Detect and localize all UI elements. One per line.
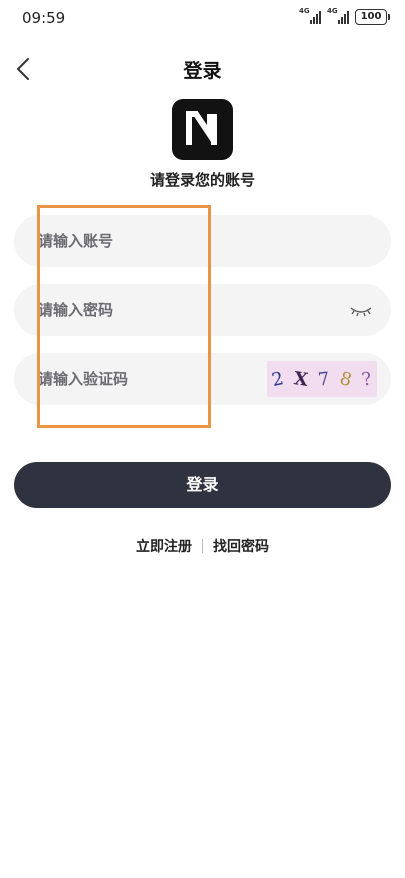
captcha-char: 8	[337, 367, 355, 391]
captcha-char: 7	[317, 367, 331, 391]
logo-n-icon	[186, 111, 217, 145]
captcha-image[interactable]: 2 X 7 8 ?	[267, 361, 377, 397]
register-link[interactable]: 立即注册	[136, 536, 192, 556]
network-type-label: 4G	[327, 7, 338, 15]
captcha-char: X	[292, 367, 310, 391]
signal-icon: 4G	[327, 7, 349, 24]
link-divider	[202, 539, 203, 553]
forgot-password-link[interactable]: 找回密码	[213, 536, 269, 556]
network-type-label: 4G	[299, 7, 310, 15]
status-time: 09:59	[22, 9, 66, 27]
captcha-char: ?	[360, 367, 374, 391]
battery-icon: 100	[355, 9, 390, 25]
captcha-char: 2	[270, 367, 286, 391]
highlight-box	[37, 205, 211, 428]
status-indicators: 4G 4G 100	[299, 7, 390, 25]
login-subtitle: 请登录您的账号	[149, 171, 255, 189]
signal-icon: 4G	[299, 7, 321, 24]
login-button[interactable]: 登录	[14, 462, 391, 508]
eye-closed-icon[interactable]	[349, 300, 373, 320]
app-logo	[172, 99, 233, 160]
auth-links: 立即注册 找回密码	[0, 536, 405, 556]
page-title: 登录	[183, 60, 222, 82]
